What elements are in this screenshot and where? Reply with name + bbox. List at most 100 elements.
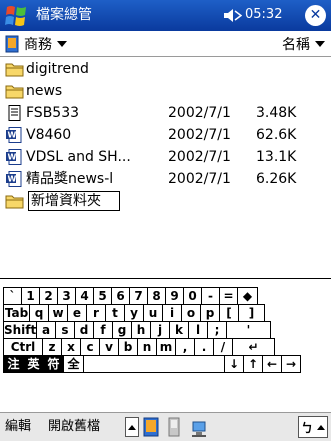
keyboard-row: 注 英 符 全 ↓ ↑ ← → xyxy=(3,355,301,373)
word-doc-icon: W xyxy=(6,149,22,165)
key[interactable]: 8 xyxy=(147,287,166,305)
rename-input[interactable]: 新增資料夾 xyxy=(28,191,120,211)
key[interactable]: m xyxy=(156,338,176,356)
key[interactable]: v xyxy=(99,338,119,356)
key[interactable]: s xyxy=(55,321,75,339)
windows-start-icon[interactable] xyxy=(4,3,30,28)
list-item[interactable]: W V8460 2002/7/1 62.6K xyxy=(0,124,331,146)
sort-dropdown[interactable]: 名稱 xyxy=(282,34,325,54)
right-arrow-key[interactable]: → xyxy=(281,355,301,373)
folder-blue-icon xyxy=(5,35,19,53)
key[interactable]: n xyxy=(137,338,157,356)
list-item[interactable]: 新增資料夾 xyxy=(0,190,331,212)
list-item[interactable]: news xyxy=(0,80,331,102)
key[interactable]: l xyxy=(188,321,208,339)
key[interactable]: [ xyxy=(219,304,239,322)
sort-label: 名稱 xyxy=(282,37,310,53)
file-name: FSB533 xyxy=(26,105,80,121)
key[interactable]: t xyxy=(105,304,125,322)
fullwidth-key[interactable]: 全 xyxy=(63,355,84,373)
list-item[interactable]: digitrend xyxy=(0,58,331,80)
open-menu[interactable]: 開啟舊檔 xyxy=(48,418,100,436)
file-size: 3.48K xyxy=(256,105,297,121)
key[interactable]: w xyxy=(48,304,68,322)
key[interactable]: u xyxy=(143,304,163,322)
file-list: digitrend news FSB533 2002/7/1 3.48K W V… xyxy=(0,58,331,278)
key[interactable]: 9 xyxy=(165,287,184,305)
ctrl-key[interactable]: Ctrl xyxy=(3,338,43,356)
backspace-key[interactable]: ◆ xyxy=(237,287,258,305)
symbol-mode-key[interactable]: 符 xyxy=(43,355,64,373)
zhuyin-mode-key[interactable]: 注 xyxy=(3,355,24,373)
close-button[interactable]: ✕ xyxy=(305,5,326,26)
key[interactable]: 6 xyxy=(111,287,130,305)
storage-card-icon[interactable] xyxy=(165,416,183,438)
chevron-down-icon xyxy=(315,41,325,47)
key[interactable]: c xyxy=(80,338,100,356)
edit-menu[interactable]: 編輯 xyxy=(5,418,31,436)
word-doc-icon: W xyxy=(6,127,22,143)
key[interactable]: z xyxy=(42,338,62,356)
file-name: V8460 xyxy=(26,127,72,143)
input-panel-button[interactable]: ㄅ xyxy=(298,416,328,438)
key[interactable]: h xyxy=(131,321,151,339)
key[interactable]: 2 xyxy=(39,287,58,305)
volume-icon[interactable] xyxy=(222,7,242,24)
key[interactable]: 3 xyxy=(57,287,76,305)
key[interactable]: f xyxy=(93,321,113,339)
key[interactable]: 5 xyxy=(93,287,112,305)
key[interactable]: d xyxy=(74,321,94,339)
key[interactable]: ; xyxy=(207,321,227,339)
key[interactable]: j xyxy=(150,321,170,339)
shift-key[interactable]: Shift xyxy=(3,321,37,339)
key[interactable]: x xyxy=(61,338,81,356)
key[interactable]: . xyxy=(194,338,214,356)
key[interactable]: ` xyxy=(3,287,22,305)
key[interactable]: b xyxy=(118,338,138,356)
key[interactable]: , xyxy=(175,338,195,356)
list-item[interactable]: FSB533 2002/7/1 3.48K xyxy=(0,102,331,124)
key[interactable]: ] xyxy=(238,304,265,322)
key[interactable]: ' xyxy=(226,321,271,339)
key[interactable]: q xyxy=(29,304,49,322)
key[interactable]: y xyxy=(124,304,144,322)
key[interactable]: 0 xyxy=(183,287,202,305)
key[interactable]: k xyxy=(169,321,189,339)
key[interactable]: p xyxy=(200,304,220,322)
file-size: 62.6K xyxy=(256,127,297,143)
key[interactable]: e xyxy=(67,304,87,322)
up-folder-button[interactable] xyxy=(125,417,139,437)
left-arrow-key[interactable]: ← xyxy=(262,355,282,373)
file-name: VDSL and SH... xyxy=(26,149,131,165)
keyboard-row: ` 1 2 3 4 5 6 7 8 9 0 - = ◆ xyxy=(3,287,258,305)
key[interactable]: / xyxy=(213,338,233,356)
down-arrow-key[interactable]: ↓ xyxy=(224,355,244,373)
clock[interactable]: 05:32 xyxy=(245,6,282,24)
folder-dropdown[interactable]: 商務 xyxy=(5,34,67,54)
key[interactable]: r xyxy=(86,304,106,322)
enter-key[interactable]: ↵ xyxy=(232,338,275,356)
key[interactable]: = xyxy=(219,287,238,305)
folder-bar: 商務 名稱 xyxy=(0,31,331,57)
key[interactable]: i xyxy=(162,304,182,322)
key[interactable]: g xyxy=(112,321,132,339)
svg-text:W: W xyxy=(8,131,17,140)
title-bar: 檔案總管 05:32 ✕ xyxy=(0,0,331,31)
tab-key[interactable]: Tab xyxy=(3,304,30,322)
file-size: 6.26K xyxy=(256,171,297,187)
key[interactable]: - xyxy=(201,287,220,305)
network-icon[interactable] xyxy=(190,416,208,438)
file-date: 2002/7/1 xyxy=(168,149,231,165)
folder-name: 商務 xyxy=(24,37,52,53)
key[interactable]: o xyxy=(181,304,201,322)
folder-view-icon[interactable] xyxy=(142,416,160,438)
list-item[interactable]: W VDSL and SH... 2002/7/1 13.1K xyxy=(0,146,331,168)
key[interactable]: 7 xyxy=(129,287,148,305)
english-mode-key[interactable]: 英 xyxy=(23,355,44,373)
list-item[interactable]: W 精品獎news-l 2002/7/1 6.26K xyxy=(0,168,331,190)
key[interactable]: 4 xyxy=(75,287,94,305)
up-arrow-key[interactable]: ↑ xyxy=(243,355,263,373)
key[interactable]: a xyxy=(36,321,56,339)
key[interactable]: 1 xyxy=(21,287,40,305)
space-key[interactable] xyxy=(83,355,225,373)
